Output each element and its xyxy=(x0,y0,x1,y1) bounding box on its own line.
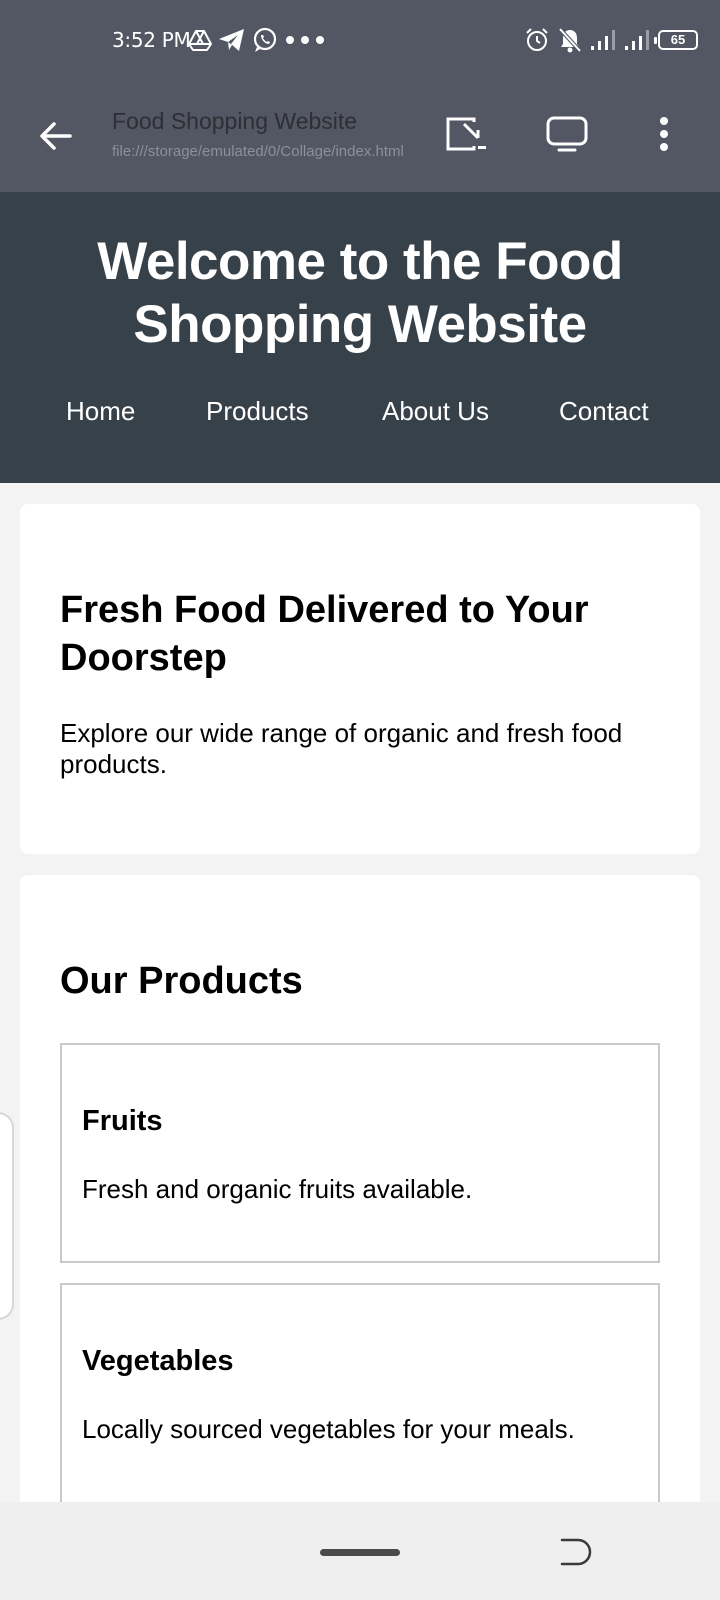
product-description: Locally sourced vegetables for your meal… xyxy=(82,1414,575,1444)
bell-off-icon xyxy=(558,27,582,53)
page-title: Food Shopping Website xyxy=(112,108,358,134)
nav-link-home[interactable]: Home xyxy=(66,396,135,427)
open-in-button[interactable] xyxy=(440,108,492,160)
edge-panel-handle[interactable] xyxy=(0,1112,14,1320)
products-heading: Our Products xyxy=(60,960,303,1002)
whatsapp-icon xyxy=(253,27,277,52)
notification-icons xyxy=(188,24,326,56)
hero-heading: Fresh Food Delivered to Your Doorstep xyxy=(60,589,589,679)
product-name: Vegetables xyxy=(82,1345,234,1377)
signal-icon xyxy=(591,30,615,50)
back-arrow-icon[interactable] xyxy=(36,116,76,156)
viewer-toolbar: Food Shopping Website file:///storage/em… xyxy=(0,80,720,192)
open-in-icon xyxy=(446,117,486,151)
page-url: file:///storage/emulated/0/Collage/index… xyxy=(112,143,404,160)
hero-section: Fresh Food Delivered to Your Doorstep Ex… xyxy=(20,504,700,854)
product-card-vegetables: Vegetables Locally sourced vegetables fo… xyxy=(60,1283,660,1515)
more-vertical-icon xyxy=(660,117,668,151)
product-card-fruits: Fruits Fresh and organic fruits availabl… xyxy=(60,1043,660,1263)
alarm-icon xyxy=(526,28,548,51)
monitor-icon xyxy=(546,116,588,152)
back-gesture-icon[interactable] xyxy=(554,1532,594,1572)
status-bar: 3:52 PM 65 xyxy=(0,0,720,80)
nav-link-products[interactable]: Products xyxy=(206,396,309,427)
nav-link-contact[interactable]: Contact xyxy=(559,396,649,427)
product-description: Fresh and organic fruits available. xyxy=(82,1174,473,1204)
more-dots-icon xyxy=(286,36,324,44)
signal-icon xyxy=(625,30,649,50)
status-time: 3:52 PM xyxy=(112,28,191,52)
overflow-menu-button[interactable] xyxy=(638,108,690,160)
telegram-icon xyxy=(219,29,244,51)
home-gesture-bar[interactable] xyxy=(320,1549,400,1556)
desktop-mode-button[interactable] xyxy=(541,108,593,160)
drive-icon xyxy=(188,30,212,51)
products-section: Our Products Fruits Fresh and organic fr… xyxy=(20,875,700,1515)
product-name: Fruits xyxy=(82,1105,163,1137)
site-header: Welcome to the Food Shopping Website Hom… xyxy=(0,192,720,483)
system-nav-bar xyxy=(0,1502,720,1600)
site-nav: Home Products About Us Contact xyxy=(0,396,720,436)
battery-indicator: 65 xyxy=(654,30,698,50)
system-icons: 65 xyxy=(524,24,698,56)
site-title: Welcome to the Food Shopping Website xyxy=(97,232,623,354)
hero-text: Explore our wide range of organic and fr… xyxy=(60,718,623,779)
nav-link-about-us[interactable]: About Us xyxy=(382,396,489,427)
